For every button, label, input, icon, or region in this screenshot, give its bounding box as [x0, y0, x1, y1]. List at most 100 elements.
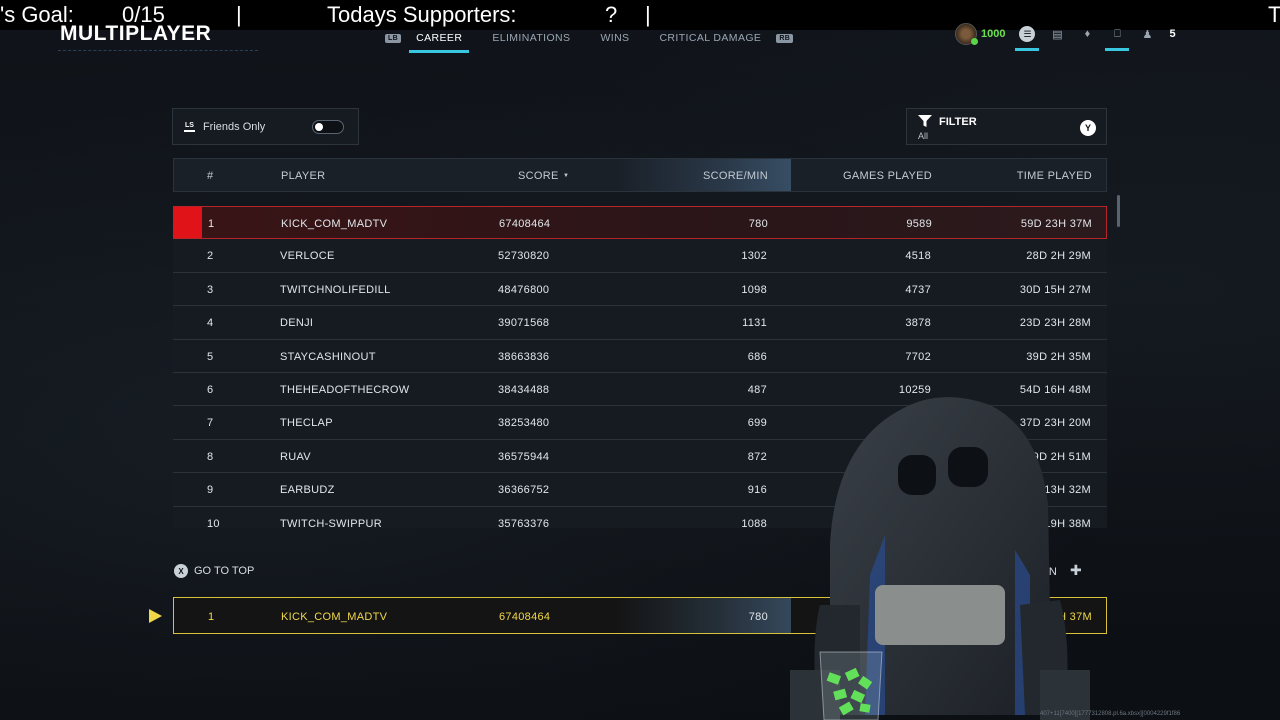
- left-stick-icon: LS: [184, 122, 195, 132]
- controller-icon[interactable]: ⎕: [1105, 26, 1130, 51]
- cell-score: 36366752: [498, 484, 550, 497]
- cell-time-played: 28D 2H 29M: [1026, 250, 1091, 263]
- table-row[interactable]: 4 DENJI 39071568 1131 3878 23D 23H 28M: [173, 306, 1107, 340]
- cell-rank: 6: [207, 383, 214, 396]
- filter-value: All: [918, 131, 929, 141]
- cell-score: 38253480: [498, 417, 550, 430]
- col-score[interactable]: SCORE: [518, 170, 559, 182]
- tab-wins[interactable]: WINS: [585, 32, 644, 44]
- table-row[interactable]: 3 TWITCHNOLIFEDILL 48476800 1098 4737 30D 15H…: [173, 272, 1107, 307]
- table-row[interactable]: 5 STAYCASHINOUT 38663836 686 7702 39D 2H 35M: [173, 339, 1107, 373]
- cell-games-played: 7702: [905, 350, 931, 363]
- friends-only-label: Friends Only: [202, 120, 266, 133]
- go-to-top-button[interactable]: X GO TO TOP: [174, 564, 254, 578]
- cell-score: 52730820: [498, 250, 550, 263]
- cell-rank: 1: [208, 218, 215, 230]
- cell-rank: 7: [207, 417, 214, 430]
- cell-score-per-min: 1302: [741, 250, 767, 263]
- rank-emblem-icon[interactable]: [955, 23, 978, 45]
- party-icon[interactable]: ♟: [1139, 26, 1155, 42]
- filter-button[interactable]: FILTER All Y: [906, 108, 1107, 145]
- table-row[interactable]: 1 KICK_COM_MADTV 67408464 780 9589 59D 23H 37…: [173, 206, 1107, 240]
- cell-rank: 3: [207, 283, 214, 296]
- credits-count: 1000: [981, 28, 1006, 40]
- table-row[interactable]: 2 VERLOCE 52730820 1302 4518 28D 2H 29M: [173, 239, 1107, 273]
- cell-rank: 5: [207, 350, 214, 363]
- cell-time-played: 39D 2H 35M: [1026, 350, 1091, 363]
- cell-score-per-min: 487: [747, 383, 767, 396]
- cell-player: TWITCH-SWIPPUR: [280, 517, 382, 528]
- cell-score: 35763376: [498, 517, 550, 528]
- cell-rank: 8: [207, 450, 214, 463]
- build-info: 407+11[7400][1777312808.pl.6a.xbsx][0004…: [1040, 711, 1181, 717]
- leaderboard-header: # PLAYER SCORE ▼ SCORE/MIN GAMES PLAYED …: [173, 158, 1107, 192]
- friends-only-toggle-box[interactable]: LS Friends Only: [172, 108, 359, 145]
- cell-player: TWITCHNOLIFEDILL: [280, 283, 391, 296]
- right-bumper-icon: RB: [776, 33, 794, 43]
- cell-score-per-min: 780: [748, 218, 768, 230]
- party-count: 5: [1169, 28, 1176, 40]
- col-score-per-min[interactable]: SCORE/MIN: [694, 170, 768, 182]
- leaderboard-scrollbar[interactable]: [1117, 195, 1120, 227]
- cell-score: 36575944: [498, 450, 550, 463]
- ticker-separator: |: [236, 2, 242, 27]
- cell-player: VERLOCE: [280, 250, 335, 263]
- webcam-glass-image: [819, 651, 883, 720]
- cell-player: STAYCASHINOUT: [280, 350, 376, 363]
- cell-score: 38434488: [498, 383, 550, 396]
- cell-score-per-min: 1131: [742, 317, 767, 330]
- cell-games-played: 4737: [905, 283, 931, 296]
- cell-score: 39071568: [498, 317, 550, 330]
- social-icon[interactable]: ▤: [1049, 26, 1065, 42]
- rank-highlight-flag: [174, 207, 202, 239]
- notifications-icon[interactable]: ♦: [1079, 26, 1095, 42]
- col-rank: #: [207, 170, 214, 182]
- cell-player: DENJI: [280, 317, 314, 330]
- leaderboard-tabs: LB CAREER ELIMINATIONS WINS CRITICAL DAM…: [385, 28, 794, 53]
- supporters-label: Todays Supporters:: [327, 2, 517, 27]
- cell-player: THECLAP: [280, 417, 333, 430]
- cell-score-per-min: 916: [747, 484, 767, 497]
- cell-player: KICK_COM_MADTV: [281, 218, 388, 230]
- cell-rank: 10: [207, 517, 220, 528]
- col-time-played[interactable]: TIME PLAYED: [974, 170, 1092, 182]
- current-player-arrow-icon: [149, 609, 162, 623]
- friends-only-switch[interactable]: [312, 119, 344, 134]
- cell-player: EARBUDZ: [280, 484, 335, 497]
- cell-games-played: 9589: [906, 218, 932, 230]
- cell-score-per-min: 1098: [741, 283, 767, 296]
- ticker-trailing: T: [1268, 2, 1280, 27]
- cell-score-per-min: 872: [747, 450, 767, 463]
- cell-rank: 2: [207, 250, 214, 263]
- tab-critical-damage[interactable]: CRITICAL DAMAGE: [644, 32, 776, 44]
- title-decoration: [58, 50, 258, 58]
- go-to-top-label: GO TO TOP: [194, 565, 255, 577]
- self-rank: 1: [208, 611, 215, 623]
- col-games-played[interactable]: GAMES PLAYED: [834, 170, 932, 182]
- self-player: KICK_COM_MADTV: [281, 611, 388, 623]
- col-player[interactable]: PLAYER: [281, 170, 325, 182]
- tab-career[interactable]: CAREER: [401, 32, 477, 53]
- cell-score: 48476800: [498, 283, 550, 296]
- chat-icon[interactable]: ☰: [1015, 26, 1040, 51]
- cell-score: 38663836: [498, 350, 550, 363]
- filter-icon: [918, 115, 932, 127]
- cell-rank: 9: [207, 484, 214, 497]
- cell-time-played: 23D 23H 28M: [1019, 317, 1091, 330]
- cell-player: THEHEADOFTHECROW: [280, 383, 410, 396]
- cell-games-played: 4518: [905, 250, 931, 263]
- x-button-icon: X: [174, 564, 188, 578]
- ticker-separator-end: |: [645, 2, 651, 27]
- cell-score-per-min: 699: [747, 417, 767, 430]
- page-title: MULTIPLAYER: [60, 22, 212, 45]
- self-score-per-min: 780: [748, 611, 768, 623]
- cell-time-played: 30D 15H 27M: [1019, 283, 1091, 296]
- sort-desc-icon: ▼: [563, 173, 569, 179]
- cell-score: 67408464: [499, 218, 551, 230]
- hud-status-bar: 1000 ☰ ▤ ♦ ⎕ ♟ 5: [955, 22, 1176, 51]
- cell-score-per-min: 686: [747, 350, 767, 363]
- cell-player: RUAV: [280, 450, 311, 463]
- cell-rank: 4: [207, 317, 214, 330]
- tab-eliminations[interactable]: ELIMINATIONS: [477, 32, 585, 44]
- filter-label: FILTER: [939, 116, 977, 128]
